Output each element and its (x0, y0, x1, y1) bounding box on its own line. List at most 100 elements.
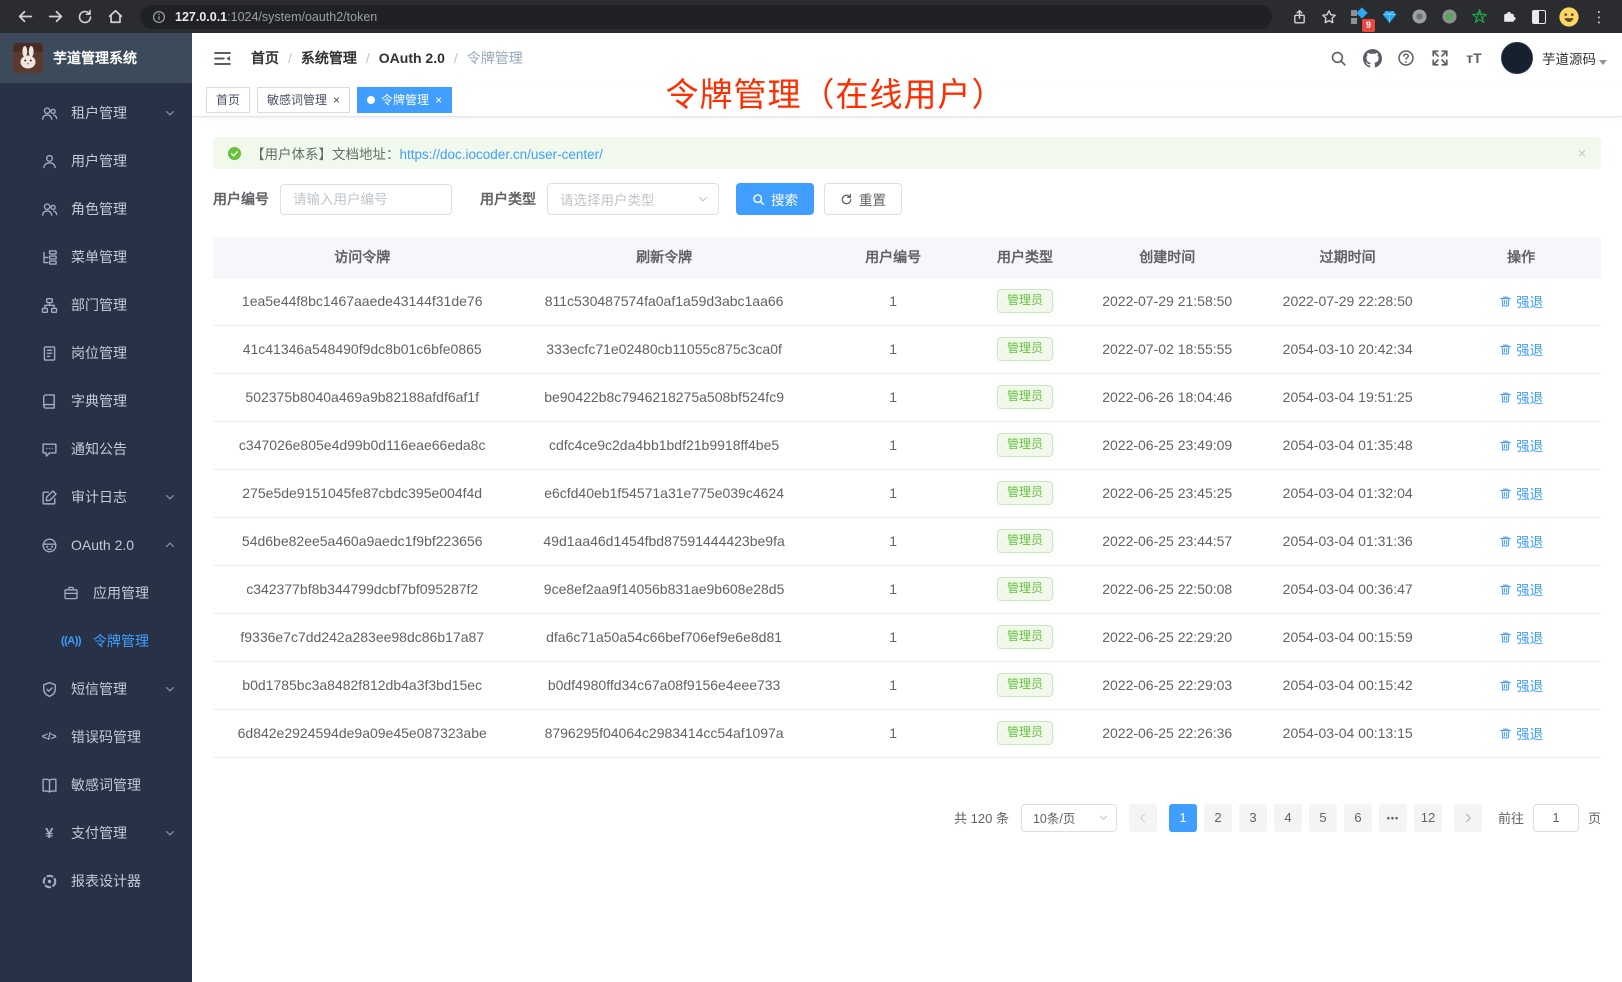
sidebar-item-audit-log[interactable]: 审计日志 (0, 473, 192, 521)
sidebar-item-label: 通知公告 (71, 439, 127, 459)
tab-close-icon[interactable]: × (333, 94, 340, 106)
page-button-6[interactable]: 6 (1344, 804, 1372, 832)
cell-access-token: 6d842e2924594de9a09e45e087323abe (213, 709, 511, 757)
sidebar-item-error-code[interactable]: </>错误码管理 (0, 713, 192, 761)
cell-created-time: 2022-06-25 23:49:09 (1080, 421, 1254, 469)
cell-access-token: c347026e805e4d99b0d116eae66eda8c (213, 421, 511, 469)
sidebar-item-dict[interactable]: 字典管理 (0, 377, 192, 425)
users-icon (40, 104, 58, 122)
browser-home-icon[interactable] (100, 4, 130, 30)
force-logout-button[interactable]: 强退 (1499, 291, 1543, 311)
extension-grid-icon[interactable]: 9 (1346, 4, 1372, 30)
pagination: 共 120 条 10条/页 123456•••12 前往 页 (213, 804, 1601, 832)
fullscreen-icon[interactable] (1423, 41, 1457, 75)
sidebar-item-sms[interactable]: 短信管理 (0, 665, 192, 713)
top-navbar: 首页 / 系统管理 / OAuth 2.0 / 令牌管理 (192, 33, 1622, 83)
user-id-input[interactable] (280, 184, 452, 215)
payment-icon: ¥ (40, 824, 58, 842)
sidebar-item-dept[interactable]: 部门管理 (0, 281, 192, 329)
cell-access-token: 1ea5e44f8bc1467aaede43144f31de76 (213, 277, 511, 325)
force-logout-button[interactable]: 强退 (1499, 387, 1543, 407)
tab-close-icon[interactable]: × (435, 94, 442, 106)
header-search-icon[interactable] (1321, 41, 1355, 75)
force-logout-button[interactable]: 强退 (1499, 723, 1543, 743)
profile-emoji-icon[interactable] (1556, 4, 1582, 30)
sidebar-item-role[interactable]: 角色管理 (0, 185, 192, 233)
alert-close-icon[interactable]: × (1578, 146, 1586, 160)
breadcrumb-oauth2[interactable]: OAuth 2.0 (379, 50, 445, 66)
help-icon[interactable] (1389, 41, 1423, 75)
green-dot-extension-icon[interactable] (1436, 4, 1462, 30)
force-logout-button[interactable]: 强退 (1499, 531, 1543, 551)
browser-forward-icon[interactable] (40, 4, 70, 30)
green-star-extension-icon[interactable] (1466, 4, 1492, 30)
sidebar-item-menu[interactable]: 菜单管理 (0, 233, 192, 281)
page-button-2[interactable]: 2 (1204, 804, 1232, 832)
page-button-3[interactable]: 3 (1239, 804, 1267, 832)
sidebar-item-oauth2[interactable]: OAuth 2.0 (0, 521, 192, 569)
browser-back-icon[interactable] (10, 4, 40, 30)
sidebar-item-pay[interactable]: ¥ 支付管理 (0, 809, 192, 857)
column-header: 创建时间 (1080, 237, 1254, 277)
sidebar-item-notice[interactable]: 通知公告 (0, 425, 192, 473)
sidebar-item-label: 支付管理 (71, 823, 127, 843)
gem-extension-icon[interactable] (1376, 4, 1402, 30)
github-icon[interactable] (1355, 41, 1389, 75)
user-id-label: 用户编号 (213, 189, 269, 209)
force-logout-button[interactable]: 强退 (1499, 675, 1543, 695)
sidebar-item-report-designer[interactable]: 报表设计器 (0, 857, 192, 905)
tab-sensitive-word[interactable]: 敏感词管理 × (257, 87, 350, 113)
prev-page-button[interactable] (1129, 804, 1157, 832)
page-button-5[interactable]: 5 (1309, 804, 1337, 832)
sidebar-item-label: 错误码管理 (71, 727, 141, 747)
address-bar[interactable]: 127.0.0.1:1024/system/oauth2/token (140, 5, 1272, 29)
cell-expire-time: 2054-03-04 00:36:47 (1254, 565, 1441, 613)
sidebar-collapse-icon[interactable] (207, 43, 237, 73)
sidebar-item-post[interactable]: 岗位管理 (0, 329, 192, 377)
share-icon[interactable] (1286, 4, 1312, 30)
user-menu-caret-icon[interactable] (1599, 60, 1607, 65)
app-logo[interactable]: 芋道管理系统 (0, 33, 192, 83)
force-logout-button[interactable]: 强退 (1499, 339, 1543, 359)
cell-refresh-token: 8796295f04064c2983414cc54af1097a (511, 709, 816, 757)
user-type-select[interactable]: 请选择用户类型 (547, 183, 719, 215)
sidebar-item-tenant[interactable]: 租户管理 (0, 89, 192, 137)
split-window-icon[interactable] (1526, 4, 1552, 30)
browser-reload-icon[interactable] (70, 4, 100, 30)
force-logout-button[interactable]: 强退 (1499, 579, 1543, 599)
font-size-icon[interactable]: ᴛT (1457, 41, 1491, 75)
breadcrumb-system[interactable]: 系统管理 (301, 48, 357, 68)
force-logout-button[interactable]: 强退 (1499, 627, 1543, 647)
sidebar-item-oauth2-token[interactable]: ((A))令牌管理 (0, 617, 192, 665)
force-logout-button[interactable]: 强退 (1499, 435, 1543, 455)
next-page-button[interactable] (1454, 804, 1482, 832)
reset-button[interactable]: 重置 (824, 183, 902, 215)
puzzle-extensions-icon[interactable] (1496, 4, 1522, 30)
site-info-icon[interactable] (152, 10, 166, 24)
user-type-badge: 管理员 (997, 529, 1053, 553)
doc-link[interactable]: https://doc.iocoder.cn/user-center/ (400, 147, 603, 162)
user-avatar[interactable] (1501, 42, 1533, 74)
sidebar-item-user[interactable]: 用户管理 (0, 137, 192, 185)
page-button-1[interactable]: 1 (1169, 804, 1197, 832)
breadcrumb-home[interactable]: 首页 (251, 48, 279, 68)
page-size-select[interactable]: 10条/页 (1021, 804, 1117, 832)
page-ellipsis-button[interactable]: ••• (1379, 804, 1407, 832)
search-button[interactable]: 搜索 (736, 183, 814, 215)
page-button-4[interactable]: 4 (1274, 804, 1302, 832)
tab-home[interactable]: 首页 (206, 87, 250, 113)
force-logout-button[interactable]: 强退 (1499, 483, 1543, 503)
chevron-down-icon (164, 491, 176, 503)
goto-page-input[interactable] (1533, 804, 1579, 832)
gray-circle-extension-icon[interactable] (1406, 4, 1432, 30)
sidebar-item-label: 用户管理 (71, 151, 127, 171)
cell-actions: 强退 (1441, 325, 1601, 373)
tab-oauth2-token[interactable]: 令牌管理 × (357, 87, 452, 113)
sidebar-item-oauth2-application[interactable]: 应用管理 (0, 569, 192, 617)
cell-access-token: 502375b8040a469a9b82188afdf6af1f (213, 373, 511, 421)
sidebar-item-sensitive-word[interactable]: 敏感词管理 (0, 761, 192, 809)
bookmark-star-icon[interactable] (1316, 4, 1342, 30)
username[interactable]: 芋道源码 (1542, 48, 1596, 68)
page-button-12[interactable]: 12 (1414, 804, 1442, 832)
browser-menu-icon[interactable]: ⋮ (1586, 4, 1612, 30)
